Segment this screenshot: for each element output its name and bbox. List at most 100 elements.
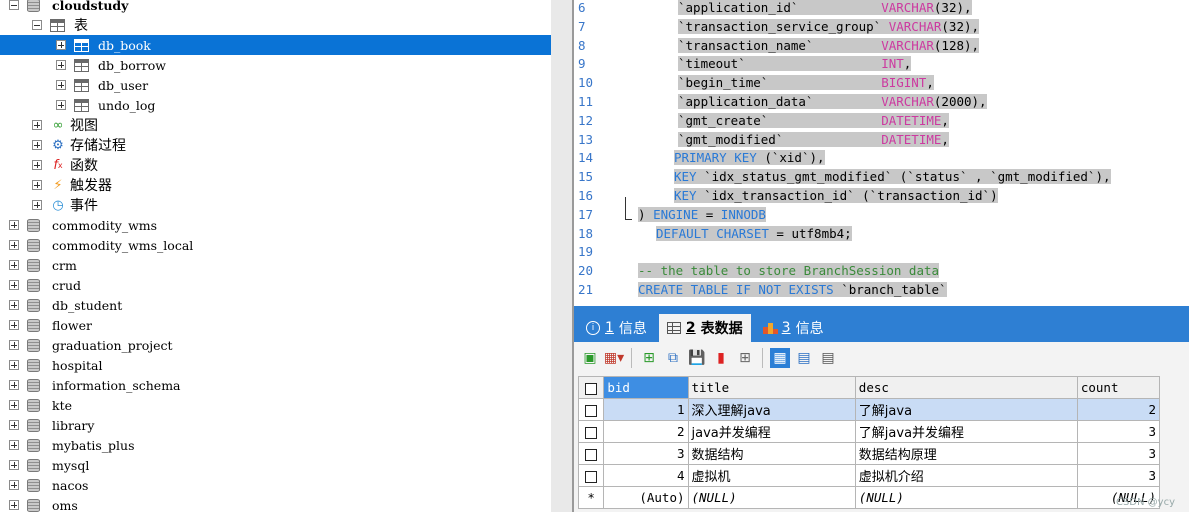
- tree-db-commodity_wms[interactable]: commodity_wms: [0, 215, 551, 235]
- sql-editor[interactable]: 6 `application_id` VARCHAR(32), 7 `transact…: [574, 0, 1189, 306]
- tree-db-crm[interactable]: crm: [0, 255, 551, 275]
- save-icon[interactable]: 💾: [687, 348, 707, 368]
- table-row[interactable]: 2 java并发编程 了解java并发编程 3: [577, 420, 1161, 443]
- expand-icon[interactable]: [56, 100, 66, 110]
- tree-db-flower[interactable]: flower: [0, 315, 551, 335]
- tab-table-data[interactable]: 2 表数据: [658, 314, 751, 342]
- expand-icon[interactable]: [9, 300, 19, 310]
- tree-db-nacos[interactable]: nacos: [0, 475, 551, 495]
- new-row-desc[interactable]: (NULL): [854, 486, 1078, 509]
- code-line[interactable]: 8 `transaction_name` VARCHAR(128),: [574, 36, 1189, 55]
- expand-icon[interactable]: [32, 140, 42, 150]
- expand-icon[interactable]: [9, 440, 19, 450]
- expand-icon[interactable]: [9, 500, 19, 510]
- expand-icon[interactable]: [9, 360, 19, 370]
- code-line[interactable]: 15 KEY `idx_status_gmt_modified` (`status…: [574, 167, 1189, 186]
- expand-icon[interactable]: [32, 180, 42, 190]
- expand-icon[interactable]: [9, 400, 19, 410]
- code-line[interactable]: 10 `begin_time` BIGINT,: [574, 73, 1189, 92]
- expand-icon[interactable]: [9, 480, 19, 490]
- tree-folder-function[interactable]: f x 函数: [0, 155, 551, 175]
- tree-folder-lightning[interactable]: ⚡ 触发器: [0, 175, 551, 195]
- column-header-desc[interactable]: desc: [854, 376, 1078, 399]
- code-line[interactable]: 18 DEFAULT CHARSET = utf8mb4;: [574, 224, 1189, 243]
- tree-db-hospital[interactable]: hospital: [0, 355, 551, 375]
- expand-icon[interactable]: [32, 160, 42, 170]
- tree-db-oms[interactable]: oms: [0, 495, 551, 512]
- code-line[interactable]: 16 KEY `idx_transaction_id` (`transaction…: [574, 186, 1189, 205]
- tree-db-mybatis_plus[interactable]: mybatis_plus: [0, 435, 551, 455]
- code-line[interactable]: 12 `gmt_create` DATETIME,: [574, 111, 1189, 130]
- column-header-bid[interactable]: bid: [603, 376, 689, 399]
- duplicate-row-icon[interactable]: ⧉: [663, 348, 683, 368]
- tree-db-library[interactable]: library: [0, 415, 551, 435]
- expand-icon[interactable]: [9, 460, 19, 470]
- tree-db-db_student[interactable]: db_student: [0, 295, 551, 315]
- tree-table-undo_log[interactable]: undo_log: [0, 95, 551, 115]
- collapse-icon[interactable]: [9, 0, 19, 10]
- tree-db-mysql[interactable]: mysql: [0, 455, 551, 475]
- tree-db-kte[interactable]: kte: [0, 395, 551, 415]
- tree-db-crud[interactable]: crud: [0, 275, 551, 295]
- tree-db-cloudstudy[interactable]: cloudstudy: [0, 0, 551, 15]
- collapse-icon[interactable]: [32, 20, 42, 30]
- tree-table-db_book[interactable]: db_book: [0, 35, 551, 55]
- expand-icon[interactable]: [9, 240, 19, 250]
- code-line[interactable]: 19: [574, 242, 1189, 261]
- cell-desc[interactable]: 虚拟机介绍: [854, 464, 1078, 487]
- expand-icon[interactable]: [32, 200, 42, 210]
- expand-icon[interactable]: [9, 280, 19, 290]
- text-view-icon[interactable]: ▤: [818, 348, 838, 368]
- expand-icon[interactable]: [9, 340, 19, 350]
- cell-bid[interactable]: 3: [603, 442, 689, 465]
- expand-icon[interactable]: [32, 120, 42, 130]
- column-header-count[interactable]: count: [1076, 376, 1161, 399]
- tree-db-information_schema[interactable]: information_schema: [0, 375, 551, 395]
- expand-icon[interactable]: [9, 320, 19, 330]
- form-view-icon[interactable]: ▤: [794, 348, 814, 368]
- insert-row-icon[interactable]: ▣: [580, 348, 600, 368]
- expand-icon[interactable]: [9, 260, 19, 270]
- tree-table-db_borrow[interactable]: db_borrow: [0, 55, 551, 75]
- expand-icon[interactable]: [9, 380, 19, 390]
- new-row-bid[interactable]: (Auto): [603, 486, 689, 509]
- select-all-checkbox[interactable]: [577, 376, 605, 399]
- tree-folder-tables[interactable]: 表: [0, 15, 551, 35]
- expand-icon[interactable]: [9, 220, 19, 230]
- tree-folder-view[interactable]: ∞ 视图: [0, 115, 551, 135]
- cell-title[interactable]: 数据结构: [687, 442, 856, 465]
- add-row-icon[interactable]: ⊞: [639, 348, 659, 368]
- code-line[interactable]: 13 `gmt_modified` DATETIME,: [574, 130, 1189, 149]
- expand-icon[interactable]: [56, 40, 66, 50]
- tree-folder-clock[interactable]: ◷ 事件: [0, 195, 551, 215]
- row-checkbox[interactable]: [577, 464, 605, 487]
- code-line[interactable]: 17) ENGINE = INNODB: [574, 205, 1189, 224]
- refresh-icon[interactable]: ⊞: [735, 348, 755, 368]
- code-line[interactable]: 21 CREATE TABLE IF NOT EXISTS `branch_tab…: [574, 280, 1189, 299]
- table-row[interactable]: 4 虚拟机 虚拟机介绍 3: [577, 464, 1161, 487]
- cell-desc[interactable]: 数据结构原理: [854, 442, 1078, 465]
- delete-icon[interactable]: ▮: [711, 348, 731, 368]
- tab-info-3[interactable]: 3 信息: [755, 314, 832, 342]
- tab-info-1[interactable]: i 1 信息: [578, 314, 655, 342]
- expand-icon[interactable]: [56, 80, 66, 90]
- cell-title[interactable]: 深入理解java: [687, 398, 856, 421]
- tree-db-graduation_project[interactable]: graduation_project: [0, 335, 551, 355]
- cell-count[interactable]: 3: [1076, 442, 1161, 465]
- cell-title[interactable]: java并发编程: [687, 420, 856, 443]
- expand-icon[interactable]: [56, 60, 66, 70]
- code-line[interactable]: 20 -- the table to store BranchSession da…: [574, 261, 1189, 280]
- code-line[interactable]: 11 `application_data` VARCHAR(2000),: [574, 92, 1189, 111]
- new-row-title[interactable]: (NULL): [687, 486, 856, 509]
- tree-folder-gear[interactable]: ⚙ 存储过程: [0, 135, 551, 155]
- expand-icon[interactable]: [9, 420, 19, 430]
- panel-splitter[interactable]: [551, 0, 572, 512]
- grid-view-icon[interactable]: ▦: [770, 348, 790, 368]
- table-row[interactable]: 1 深入理解java 了解java 2: [577, 398, 1161, 421]
- cell-count[interactable]: 2: [1076, 398, 1161, 421]
- cell-count[interactable]: 3: [1076, 464, 1161, 487]
- row-checkbox[interactable]: [577, 420, 605, 443]
- cell-bid[interactable]: 1: [603, 398, 689, 421]
- table-row[interactable]: 3 数据结构 数据结构原理 3: [577, 442, 1161, 465]
- cell-title[interactable]: 虚拟机: [687, 464, 856, 487]
